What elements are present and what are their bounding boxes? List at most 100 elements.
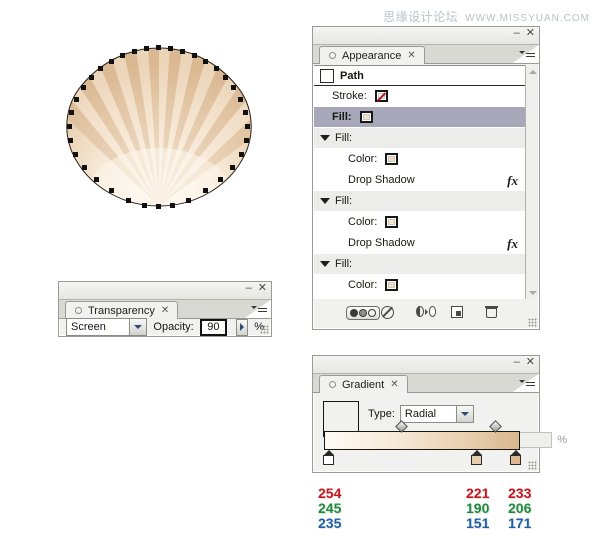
scroll-down-icon[interactable]	[526, 286, 539, 299]
blend-mode-select[interactable]: Screen	[66, 318, 148, 336]
tab-close-icon[interactable]: ✕	[390, 379, 398, 390]
panel-menu-icon[interactable]	[251, 302, 267, 315]
color-readout-2: 221 190 151	[466, 486, 489, 531]
disclosure-triangle-icon[interactable]	[320, 135, 330, 141]
appearance-footer-toolbar[interactable]	[314, 300, 538, 328]
appearance-row-drop-shadow[interactable]: Drop Shadow fx	[314, 170, 525, 191]
fx-icon[interactable]: fx	[507, 173, 518, 189]
disclosure-triangle-icon[interactable]	[320, 198, 330, 204]
appearance-scrollbar[interactable]	[525, 65, 538, 299]
appearance-row-color[interactable]: Color:	[314, 149, 525, 170]
opacity-stepper-icon[interactable]	[236, 318, 249, 336]
transparency-body: Screen Opacity: 90 %	[60, 318, 270, 336]
gradient-window-buttons[interactable]: – ✕	[514, 357, 535, 368]
gradient-color-stop[interactable]	[510, 450, 522, 465]
color-readout-3: 233 206 171	[508, 486, 531, 531]
opacity-discs-icon	[346, 306, 380, 320]
fill-color-swatch-icon[interactable]	[385, 216, 399, 228]
opacity-input[interactable]: 90	[199, 318, 228, 336]
gradient-tabrow: Gradient ✕	[313, 374, 539, 393]
blend-mode-value: Screen	[71, 321, 106, 333]
opacity-label: Opacity:	[153, 321, 194, 333]
scroll-up-icon[interactable]	[526, 65, 539, 78]
appearance-row-fill-selected[interactable]: Fill:	[314, 107, 525, 128]
fill-color-swatch-icon[interactable]	[385, 279, 399, 291]
close-icon[interactable]: ✕	[258, 283, 267, 294]
fill-color-swatch-icon[interactable]	[359, 111, 373, 123]
no-symbol-icon	[381, 306, 394, 319]
panel-menu-icon[interactable]	[519, 47, 535, 60]
gradient-titlebar[interactable]: – ✕	[313, 356, 539, 374]
tab-close-icon[interactable]: ✕	[161, 305, 169, 316]
minimize-icon[interactable]: –	[514, 28, 520, 39]
gradient-slider[interactable]	[323, 420, 522, 465]
appearance-row-stroke[interactable]: Stroke:	[314, 86, 525, 107]
appearance-panel[interactable]: – ✕ Appearance ✕ Path Stroke: Fill: Fill…	[312, 26, 540, 330]
appearance-row-color[interactable]: Color:	[314, 212, 525, 233]
gradient-panel[interactable]: – ✕ Gradient ✕ Type: Radial %	[312, 355, 567, 473]
close-icon[interactable]: ✕	[526, 357, 535, 368]
tab-grip-icon	[329, 52, 336, 59]
tab-grip-icon	[329, 381, 336, 388]
tab-gradient[interactable]: Gradient ✕	[319, 375, 408, 393]
appearance-row-drop-shadow[interactable]: Drop Shadow fx	[314, 233, 525, 254]
tab-grip-icon	[75, 307, 82, 314]
appearance-row-path[interactable]: Path	[314, 66, 525, 86]
appearance-row-fill-group[interactable]: Fill:	[314, 191, 525, 212]
appearance-window-buttons[interactable]: – ✕	[514, 28, 535, 39]
reduce-to-basic-button[interactable]	[416, 306, 436, 322]
fill-color-swatch-icon[interactable]	[385, 153, 399, 165]
appearance-list[interactable]: Path Stroke: Fill: Fill: Color: Drop Sha…	[314, 65, 525, 299]
blue-value: 235	[318, 515, 342, 531]
resize-grip-icon[interactable]	[260, 325, 269, 334]
tab-close-icon[interactable]: ✕	[407, 50, 415, 61]
gradient-color-stop[interactable]	[323, 450, 334, 465]
clear-appearance-button[interactable]	[381, 306, 401, 322]
watermark: 思缘设计论坛 WWW.MISSYUAN.COM	[383, 8, 590, 25]
tab-transparency[interactable]: Transparency ✕	[65, 301, 179, 319]
close-icon[interactable]: ✕	[526, 28, 535, 39]
appearance-row-fill-group[interactable]: Fill:	[314, 128, 525, 149]
path-thumbnail-icon	[320, 68, 334, 83]
appearance-row-drop-shadow[interactable]: Drop Shadow fx	[314, 296, 525, 299]
gradient-ramp[interactable]	[324, 431, 520, 450]
add-new-fx-button[interactable]	[346, 306, 380, 322]
blue-value: 171	[508, 515, 532, 531]
appearance-tabrow: Appearance ✕	[313, 45, 539, 64]
panel-menu-icon[interactable]	[519, 376, 535, 389]
transparency-panel[interactable]: – ✕ Transparency ✕ Screen Opacity: 90	[58, 281, 272, 337]
appearance-titlebar[interactable]: – ✕	[313, 27, 539, 45]
scallop-shell-artwork[interactable]	[52, 28, 267, 213]
fx-icon[interactable]: fx	[507, 236, 518, 252]
appearance-row-label: Fill:	[335, 132, 353, 144]
appearance-row-label: Drop Shadow	[348, 174, 415, 186]
appearance-row-label: Color:	[348, 153, 378, 165]
disclosure-triangle-icon[interactable]	[320, 261, 330, 267]
screenshot-root: 思缘设计论坛 WWW.MISSYUAN.COM – ✕ Appearance ✕…	[0, 0, 600, 560]
tab-appearance[interactable]: Appearance ✕	[319, 46, 425, 64]
gradient-color-stop[interactable]	[471, 450, 482, 465]
resize-grip-icon[interactable]	[528, 461, 537, 470]
green-value: 190	[466, 500, 490, 516]
transparency-window-buttons[interactable]: – ✕	[246, 283, 267, 294]
chevron-down-icon[interactable]	[455, 406, 473, 422]
duplicate-item-button[interactable]	[451, 306, 471, 322]
gradient-type-label: Type:	[368, 408, 395, 420]
stroke-none-swatch-icon[interactable]	[374, 90, 388, 102]
shell-ribs	[66, 48, 252, 206]
duplicate-icon	[451, 306, 463, 318]
appearance-row-color[interactable]: Color:	[314, 275, 525, 296]
delete-item-button[interactable]	[485, 306, 506, 322]
appearance-row-label: Stroke:	[332, 90, 367, 102]
stop-color-swatch	[471, 455, 482, 465]
minimize-icon[interactable]: –	[246, 283, 252, 294]
green-value: 206	[508, 500, 532, 516]
transparency-titlebar[interactable]: – ✕	[59, 282, 271, 300]
appearance-row-label: Fill:	[335, 195, 353, 207]
resize-grip-icon[interactable]	[528, 318, 537, 327]
appearance-row-label: Path	[340, 69, 364, 82]
chevron-down-icon[interactable]	[129, 319, 147, 335]
appearance-row-fill-group[interactable]: Fill:	[314, 254, 525, 275]
stop-color-swatch	[510, 455, 522, 465]
minimize-icon[interactable]: –	[514, 357, 520, 368]
